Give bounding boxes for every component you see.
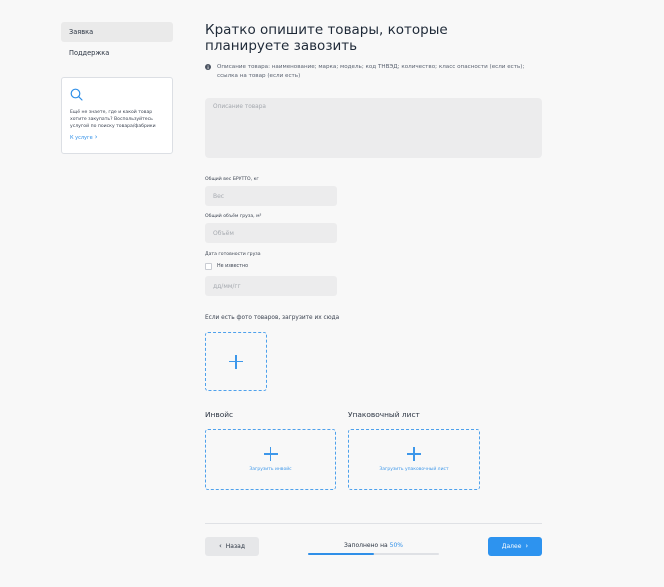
photo-upload-dropzone[interactable] [205,332,267,391]
photo-upload-label: Если есть фото товаров, загрузите их сюд… [205,315,340,321]
weight-input[interactable]: Вес [205,186,337,206]
plus-icon [263,447,278,461]
progress-label: Заполнено на 50% [308,542,439,549]
description-textarea[interactable]: Описание товара [205,98,542,158]
progress-prefix: Заполнено на [344,542,388,549]
progress-value: 50% [389,542,403,549]
hint: i Описание товара: наименование; марка; … [205,63,542,81]
plus-icon [229,354,243,369]
packing-list-upload-dropzone[interactable]: Загрузить упаковочный лист [348,429,480,490]
date-input[interactable]: дд/мм/гг [205,276,337,296]
sidebar: Заявка Поддержка Ещё не знаете, где и ка… [61,22,173,154]
volume-input[interactable]: Объём [205,223,337,243]
date-label: Дата готовности груза [205,252,261,257]
invoice-upload-dropzone[interactable]: Загрузить инвойс [205,429,336,490]
back-button[interactable]: ‹ Назад [205,537,259,556]
sidebar-item-support[interactable]: Поддержка [61,43,173,63]
next-button[interactable]: Далее › [488,537,542,556]
request-form: Кратко опишите товары, которые планирует… [205,22,542,490]
checkbox-label: Не известно [217,264,249,269]
search-icon [70,86,83,105]
volume-label: Общий объём груза, м³ [205,214,262,219]
plus-icon [407,447,421,461]
chevron-left-icon: ‹ [218,542,222,550]
footer-divider [205,523,542,524]
hint-text: Описание товара: наименование; марка; мо… [217,64,525,79]
packing-list-title: Упаковочный лист [348,410,420,419]
progress-bar [308,553,439,555]
sidebar-item-label: Поддержка [69,49,110,57]
sidebar-item-label: Заявка [69,28,94,36]
unknown-date-checkbox[interactable] [205,263,212,270]
page-title: Кратко опишите товары, которые планирует… [205,22,448,54]
invoice-title: Инвойс [205,410,234,419]
sidebar-item-request[interactable]: Заявка [61,22,173,42]
promo-link[interactable]: К услуге › [70,134,164,141]
weight-label: Общий вес БРУТТО, кг [205,177,259,182]
service-promo-card: Ещё не знаете, где и какой товар хотите … [61,77,173,154]
unknown-date-checkbox-row[interactable]: Не известно [205,263,248,270]
chevron-right-icon: › [94,133,98,141]
next-button-label: Далее [501,543,522,550]
invoice-upload-caption: Загрузить инвойс [249,467,292,472]
packing-list-upload-caption: Загрузить упаковочный лист [379,467,449,472]
promo-text: Ещё не знаете, где и какой товар хотите … [70,110,156,129]
back-button-label: Назад [225,543,246,550]
chevron-right-icon: › [525,542,529,550]
info-icon: i [205,64,211,70]
promo-link-label: К услуге [70,134,93,141]
progress-bar-fill [308,553,374,555]
